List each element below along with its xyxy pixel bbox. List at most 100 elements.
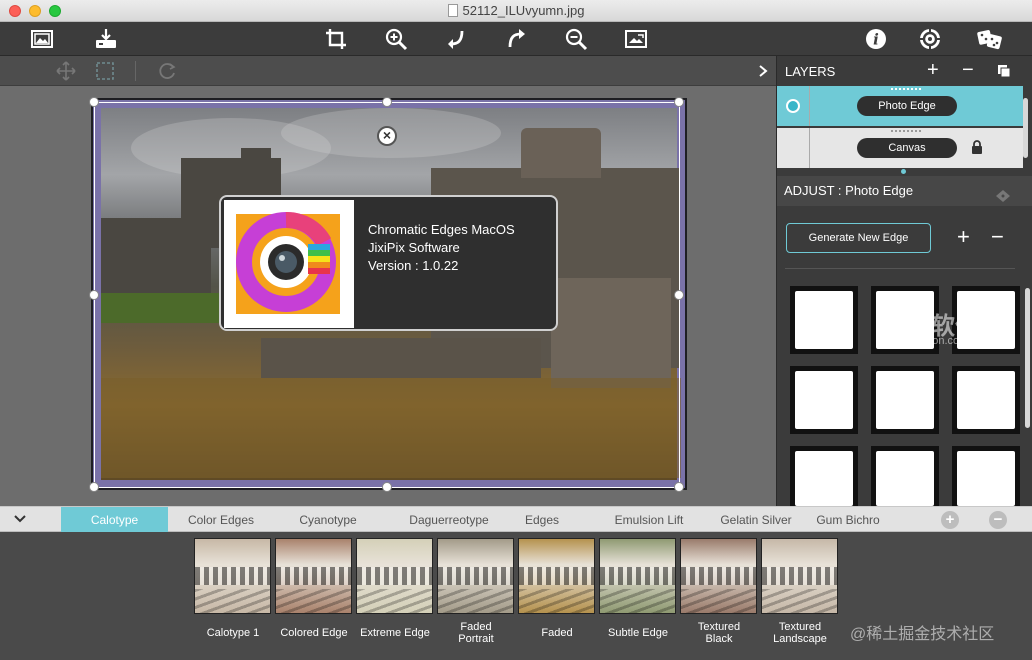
settings-icon[interactable] [916, 26, 944, 52]
about-company: JixiPix Software [368, 240, 460, 255]
preset-thumbnail[interactable] [194, 538, 271, 614]
transform-box-icon[interactable] [94, 60, 116, 82]
close-icon[interactable]: × [377, 126, 397, 146]
layer-label: Photo Edge [857, 96, 957, 116]
preset-thumbnail-label: Subtle Edge [608, 627, 668, 639]
preset-thumbnail[interactable] [680, 538, 757, 614]
layers-scrollbar[interactable] [1023, 98, 1028, 158]
move-icon[interactable] [55, 60, 77, 82]
window-title-wrap: 52112_ILUvyumn.jpg [0, 3, 1032, 18]
watermark-url: mac.orsoon.com [887, 335, 969, 347]
info-icon[interactable]: i [862, 26, 890, 52]
toolbar-divider [135, 61, 136, 81]
tab-gelatin-silver[interactable]: Gelatin Silver [712, 507, 800, 533]
tab-calotype[interactable]: Calotype [61, 507, 168, 533]
layer-insert-marker [901, 169, 906, 174]
preset-thumbnail-label: Extreme Edge [360, 627, 430, 639]
preset-thumbnail-label: Faded Portrait [458, 621, 494, 645]
dice-icon[interactable] [974, 26, 1006, 52]
preset-thumbnail[interactable] [356, 538, 433, 614]
layer-row-canvas[interactable]: Canvas [777, 128, 1023, 168]
window-title: 52112_ILUvyumn.jpg [462, 3, 585, 18]
layers-title: LAYERS [785, 63, 836, 79]
resize-handle-bottom[interactable] [382, 482, 392, 492]
preset-thumbnail[interactable] [518, 538, 595, 614]
generate-new-edge-button[interactable]: Generate New Edge [786, 223, 931, 253]
layer-row-photo-edge[interactable]: Photo Edge [777, 86, 1023, 126]
edge-preset-tile[interactable] [952, 446, 1020, 506]
preset-thumbnail-strip: Calotype 1 Colored Edge Extreme Edge Faded P… [0, 532, 1032, 660]
layer-divider [809, 86, 810, 126]
fit-image-icon[interactable] [622, 26, 650, 52]
adjust-title: ADJUST : Photo Edge [784, 183, 914, 198]
add-layer-button[interactable]: + [927, 59, 939, 82]
remove-preset-button[interactable]: − [989, 511, 1007, 529]
drag-grip-icon[interactable] [891, 88, 921, 90]
chevron-right-icon[interactable] [752, 60, 774, 82]
svg-text:i: i [873, 31, 879, 49]
watermark-logo-icon [829, 302, 853, 326]
preset-thumbnail[interactable] [761, 538, 838, 614]
edge-preset-tile[interactable] [790, 446, 858, 506]
tab-gum-bichro[interactable]: Gum Bichro [808, 507, 888, 533]
add-preset-button[interactable]: + [941, 511, 959, 529]
tab-edges[interactable]: Edges [512, 507, 572, 533]
remove-layer-button[interactable]: − [962, 59, 974, 82]
edge-preset-tile[interactable] [952, 366, 1020, 434]
app-window: 52112_ILUvyumn.jpg i × Chromatic Edges M… [0, 0, 1032, 660]
remove-edge-button[interactable]: − [991, 224, 1004, 250]
resize-handle-left[interactable] [89, 290, 99, 300]
layer-divider [809, 128, 810, 168]
preset-thumbnail-label: Colored Edge [280, 627, 348, 639]
resize-handle-right[interactable] [674, 290, 684, 300]
tab-color-edges[interactable]: Color Edges [172, 507, 270, 533]
sub-toolbar [0, 56, 776, 86]
randomize-icon[interactable] [995, 184, 1011, 214]
preset-thumbnail[interactable] [437, 538, 514, 614]
layer-label: Canvas [857, 138, 957, 158]
redo-icon[interactable] [502, 26, 530, 52]
adjust-divider [785, 268, 1015, 269]
chevron-down-icon[interactable] [12, 511, 28, 527]
tab-daguerreotype[interactable]: Daguerreotype [386, 507, 512, 533]
edge-preset-tile[interactable] [790, 366, 858, 434]
edge-preset-tile[interactable] [871, 366, 939, 434]
duplicate-layer-icon[interactable] [997, 64, 1011, 78]
layer-visibility-toggle[interactable] [786, 99, 800, 113]
image-open-icon[interactable] [28, 26, 56, 52]
resize-handle-top-right[interactable] [674, 97, 684, 107]
filter-tabs-bar: Calotype Color Edges Cyanotype Daguerreo… [0, 506, 1032, 533]
zoom-in-icon[interactable] [382, 26, 410, 52]
download-tray-icon[interactable] [92, 26, 120, 52]
undo-icon[interactable] [442, 26, 470, 52]
about-dialog[interactable]: Chromatic Edges MacOS JixiPix Software V… [219, 195, 558, 331]
resize-handle-bottom-left[interactable] [89, 482, 99, 492]
right-panel: LAYERS + − Photo Edge Canvas ADJUST : Ph… [776, 56, 1032, 506]
zoom-out-icon[interactable] [562, 26, 590, 52]
resize-handle-bottom-right[interactable] [674, 482, 684, 492]
resize-handle-top[interactable] [382, 97, 392, 107]
app-logo [224, 200, 354, 328]
preset-thumbnail[interactable] [275, 538, 352, 614]
main-toolbar: i [0, 22, 1032, 56]
preset-thumbnail-label: Calotype 1 [206, 627, 260, 639]
tab-cyanotype[interactable]: Cyanotype [280, 507, 376, 533]
tab-emulsion-lift[interactable]: Emulsion Lift [600, 507, 698, 533]
rotate-icon[interactable] [156, 60, 178, 82]
adjust-header: ADJUST : Photo Edge [777, 176, 1032, 206]
crop-icon[interactable] [322, 26, 350, 52]
about-version: Version : 1.0.22 [368, 258, 459, 273]
resize-handle-top-left[interactable] [89, 97, 99, 107]
drag-grip-icon[interactable] [891, 130, 921, 132]
preset-thumbnail-label: Faded [541, 627, 573, 639]
preset-thumbnail[interactable] [599, 538, 676, 614]
preset-thumbnail-label: Textured Black [697, 621, 741, 645]
document-icon [447, 4, 458, 17]
layers-header: LAYERS + − [777, 56, 1032, 86]
edge-preset-tile[interactable] [871, 446, 939, 506]
preset-thumbnail-label: Textured Landscape [773, 621, 827, 645]
edges-scrollbar[interactable] [1025, 288, 1030, 428]
lock-icon[interactable] [971, 140, 983, 159]
add-edge-button[interactable]: + [957, 224, 970, 250]
community-watermark: @稀土掘金技术社区 [850, 626, 995, 643]
